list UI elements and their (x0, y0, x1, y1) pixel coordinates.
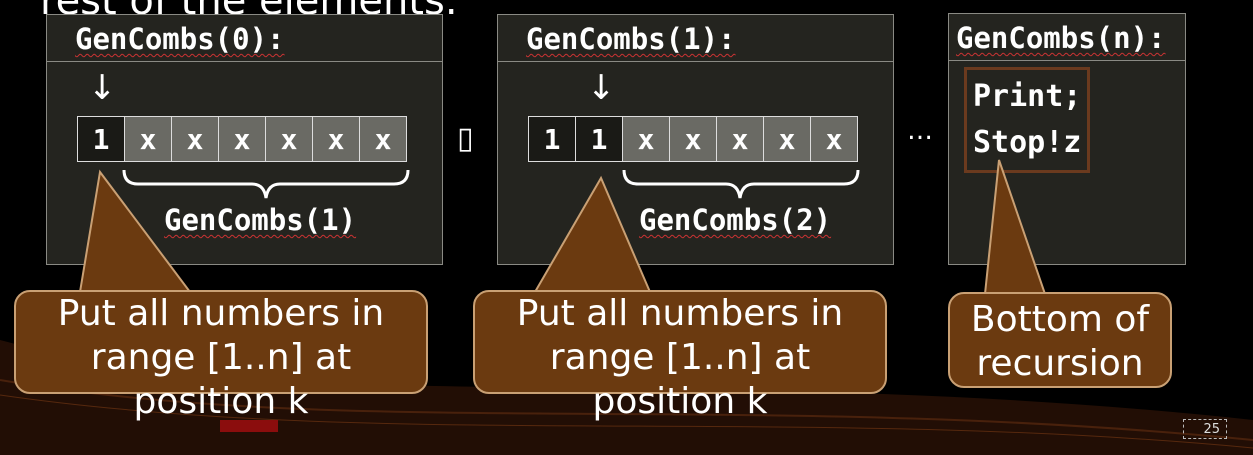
callout-line: position k (133, 381, 309, 422)
array-cell: 1 (78, 117, 125, 161)
panel-header: GenCombs(0): (47, 15, 442, 62)
array-cells: 1 1 x x x x x (528, 116, 858, 162)
callout-line: Put all numbers in (516, 293, 844, 334)
array-cell: x (172, 117, 219, 161)
callout-bottom-of-recursion: Bottom of recursion (948, 292, 1172, 388)
array-cell: x (125, 117, 172, 161)
callout-put-numbers-1: Put all numbers in range [1..n] at posit… (14, 290, 428, 422)
panel-gencombs-n: GenCombs(n): Print; Stop!z (948, 13, 1186, 265)
separator-box-glyph: ▯ (457, 121, 474, 156)
panel-title: GenCombs(n): (956, 21, 1166, 55)
panel-title: GenCombs(0): (75, 22, 285, 56)
array-cell: 1 (576, 117, 623, 161)
array-cell: x (764, 117, 811, 161)
down-arrow-icon: ↓ (88, 68, 117, 108)
callout-line: range [1..n] at (549, 337, 811, 378)
array-cell: x (717, 117, 764, 161)
callout-line: Bottom of (970, 299, 1150, 340)
callout-line: position k (592, 381, 768, 422)
array-cell: x (313, 117, 360, 161)
array-cell: x (811, 117, 857, 161)
panel-title: GenCombs(1): (526, 22, 736, 56)
base-case-line: Print; (973, 79, 1082, 114)
array-cell: x (266, 117, 313, 161)
panel-header: GenCombs(n): (949, 14, 1185, 61)
separator-ellipsis: … (907, 116, 933, 146)
panel-gencombs-0: GenCombs(0): ↓ 1 x x x x x x GenCombs(1) (46, 14, 443, 265)
callout-line: Put all numbers in (57, 293, 385, 334)
decorative-red-bar (220, 420, 278, 432)
brace-label: GenCombs(2) (639, 203, 832, 237)
callout-line: recursion (976, 343, 1144, 384)
down-arrow-icon: ↓ (587, 68, 616, 108)
slide-page-number: 25 (1183, 419, 1227, 439)
callout-put-numbers-2: Put all numbers in range [1..n] at posit… (473, 290, 887, 422)
base-case-line: Stop!z (973, 125, 1082, 160)
array-cells: 1 x x x x x x (77, 116, 407, 162)
panel-header: GenCombs(1): (498, 15, 893, 62)
panel-gencombs-1: GenCombs(1): ↓ 1 1 x x x x x GenCombs(2) (497, 14, 894, 265)
base-case-box: Print; Stop!z (964, 67, 1091, 173)
array-cell: 1 (529, 117, 576, 161)
callout-line: range [1..n] at (90, 337, 352, 378)
array-cell: x (360, 117, 406, 161)
array-cell: x (219, 117, 266, 161)
array-cell: x (623, 117, 670, 161)
brace-label: GenCombs(1) (164, 203, 357, 237)
array-cell: x (670, 117, 717, 161)
